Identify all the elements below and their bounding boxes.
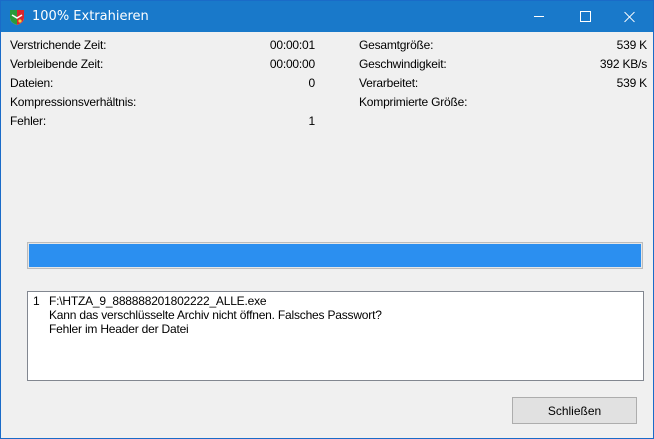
nrw-coat-of-arms-icon [10,10,24,25]
processed-label: Verarbeitet: [359,76,418,90]
title-bar[interactable]: 100% Extrahieren [1,1,653,32]
speed-label: Geschwindigkeit: [359,57,447,71]
extract-dialog: 100% Extrahieren Verstrichende Zeit: 00:… [0,0,654,439]
total-size-value: 539 K [616,38,648,52]
close-button[interactable]: Schließen [512,397,637,424]
log-entry-number: 1 [33,294,40,308]
log-entry-detail: Fehler im Header der Datei [49,322,189,336]
progress-bar-fill [29,244,641,267]
speed-value: 392 KB/s [599,57,647,71]
elapsed-time-label: Verstrichende Zeit: [10,38,107,52]
compression-ratio-label: Kompressionsverhältnis: [10,95,137,109]
files-label: Dateien: [10,76,54,90]
close-window-button[interactable] [607,1,653,32]
total-size-label: Gesamtgröße: [359,38,434,52]
elapsed-time-value: 00:00:01 [269,38,315,52]
close-icon [624,11,636,23]
window-title: 100% Extrahieren [32,9,149,24]
progress-bar [27,242,643,269]
errors-label: Fehler: [10,114,46,128]
maximize-icon [579,11,591,22]
log-entry-message: Kann das verschlüsselte Archiv nicht öff… [49,308,382,322]
minimize-button[interactable] [516,1,562,32]
files-value: 0 [308,76,316,90]
maximize-button[interactable] [562,1,608,32]
processed-value: 539 K [616,76,648,90]
log-entry-path: F:\HTZA_9_888888201802222_ALLE.exe [49,294,267,308]
error-log-list[interactable]: 1 F:\HTZA_9_888888201802222_ALLE.exe Kan… [27,291,644,381]
minimize-icon [534,16,544,17]
compressed-size-label: Komprimierte Größe: [359,95,468,109]
remaining-time-value: 00:00:00 [269,57,315,71]
remaining-time-label: Verbleibende Zeit: [10,57,104,71]
errors-value: 1 [308,114,316,128]
